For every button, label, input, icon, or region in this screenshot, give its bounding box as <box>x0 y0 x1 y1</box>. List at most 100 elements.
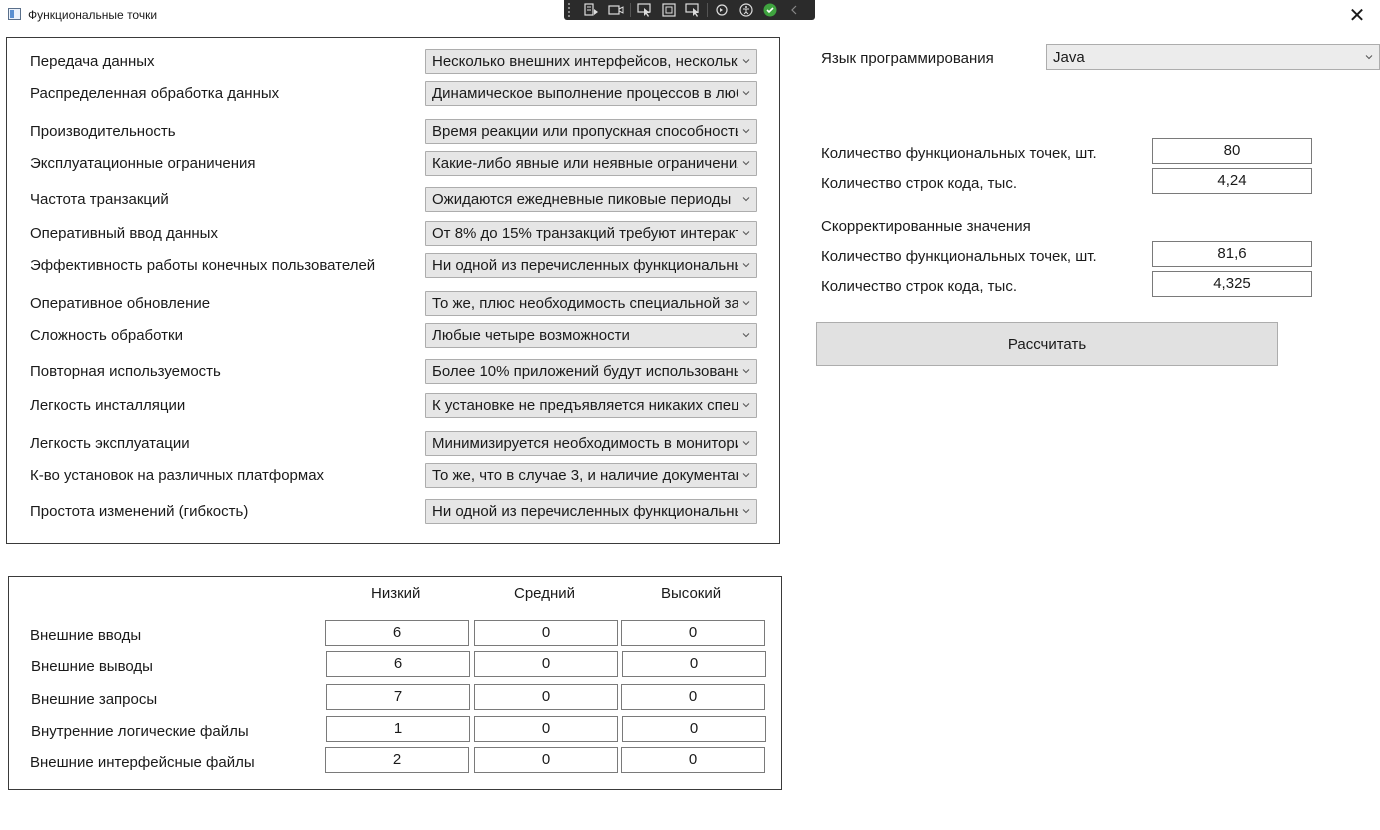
complexity-panel: Низкий Средний Высокий Внешние вводы 6 0… <box>8 576 782 790</box>
adjusted-loc-label: Количество строк кода, тыс. <box>821 278 1017 295</box>
loc-label: Количество строк кода, тыс. <box>821 175 1017 192</box>
factor-combo[interactable]: Минимизируется необходимость в мониторин… <box>425 431 757 456</box>
count-field[interactable]: 0 <box>474 716 618 742</box>
window-title: Функциональные точки <box>28 8 158 22</box>
fp-count-field[interactable]: 80 <box>1152 138 1312 164</box>
complexity-row-label: Внешние интерфейсные файлы <box>30 754 255 771</box>
factor-label: Производительность <box>30 123 176 140</box>
chevron-down-icon <box>742 129 750 134</box>
track-focused-element-icon[interactable] <box>683 2 703 18</box>
language-combo[interactable]: Java <box>1046 44 1380 70</box>
factor-label: Повторная используемость <box>30 363 221 380</box>
adjusted-loc-field[interactable]: 4,325 <box>1152 271 1312 297</box>
complexity-row-label: Внутренние логические файлы <box>31 723 249 740</box>
factor-label: Оперативное обновление <box>30 295 211 312</box>
toolbar-separator <box>707 3 708 17</box>
loc-field[interactable]: 4,24 <box>1152 168 1312 194</box>
count-field[interactable]: 0 <box>474 747 618 773</box>
factor-combo-value: К установке не предъявляется никаких спе… <box>432 397 738 414</box>
chevron-down-icon <box>742 59 750 64</box>
accessibility-icon[interactable] <box>736 2 756 18</box>
factor-label: Легкость эксплуатации <box>30 435 190 452</box>
factor-label: Эксплуатационные ограничения <box>30 155 256 172</box>
factor-combo[interactable]: Ни одной из перечисленных функциональных… <box>425 253 757 278</box>
select-element-icon[interactable] <box>635 2 655 18</box>
complexity-row-label: Внешние вводы <box>30 627 142 644</box>
count-field[interactable]: 0 <box>622 651 766 677</box>
adjusted-fp-count-label: Количество функциональных точек, шт. <box>821 248 1097 265</box>
toolbar-separator <box>630 3 631 17</box>
factor-combo[interactable]: То же, что в случае 3, и наличие докумен… <box>425 463 757 488</box>
binding-ok-icon[interactable] <box>760 2 780 18</box>
factor-combo[interactable]: Динамическое выполнение процессов в любо… <box>425 81 757 106</box>
close-button[interactable]: ✕ <box>1334 0 1380 30</box>
factor-combo-value: Какие-либо явные или неявные ограничения <box>432 155 738 172</box>
factor-combo[interactable]: Ожидаются ежедневные пиковые периоды <box>425 187 757 212</box>
chevron-down-icon <box>1365 55 1373 60</box>
factor-combo[interactable]: Более 10% приложений будут использованы <box>425 359 757 384</box>
factor-combo[interactable]: От 8% до 15% транзакций требуют интеракт… <box>425 221 757 246</box>
factor-label: Простота изменений (гибкость) <box>30 503 249 520</box>
factor-combo-value: Более 10% приложений будут использованы <box>432 363 738 380</box>
chevron-down-icon <box>742 231 750 236</box>
factor-combo-value: Ожидаются ежедневные пиковые периоды <box>432 191 732 208</box>
toolbar-grip-icon[interactable] <box>568 3 574 17</box>
factor-combo-value: Ни одной из перечисленных функциональных… <box>432 503 738 520</box>
factor-label: К-во установок на различных платформах <box>30 467 325 484</box>
count-field[interactable]: 0 <box>621 747 765 773</box>
debug-toolbar <box>564 0 815 20</box>
count-field[interactable]: 0 <box>474 684 618 710</box>
chevron-down-icon <box>742 91 750 96</box>
factor-combo[interactable]: Любые четыре возможности <box>425 323 757 348</box>
factor-combo[interactable]: То же, плюс необходимость специальной за… <box>425 291 757 316</box>
adjusted-header: Скорректированные значения <box>821 218 1031 235</box>
factor-combo-value: От 8% до 15% транзакций требуют интеракт… <box>432 225 738 242</box>
factor-combo[interactable]: Ни одной из перечисленных функциональных… <box>425 499 757 524</box>
count-field[interactable]: 6 <box>326 651 470 677</box>
factor-combo[interactable]: Какие-либо явные или неявные ограничения <box>425 151 757 176</box>
factor-combo[interactable]: Несколько внешних интерфейсов, несколько… <box>425 49 757 74</box>
chevron-down-icon <box>742 403 750 408</box>
adjusted-fp-count-field[interactable]: 81,6 <box>1152 241 1312 267</box>
count-field[interactable]: 0 <box>621 684 765 710</box>
factor-label: Эффективность работы конечных пользовате… <box>30 257 376 274</box>
display-layout-adorners-icon[interactable] <box>659 2 679 18</box>
live-visual-tree-icon[interactable] <box>582 2 602 18</box>
column-header-high: Высокий <box>661 585 722 602</box>
count-field[interactable]: 0 <box>474 651 618 677</box>
column-header-low: Низкий <box>371 585 421 602</box>
hot-reload-icon[interactable] <box>712 2 732 18</box>
chevron-down-icon <box>742 473 750 478</box>
chevron-down-icon <box>742 509 750 514</box>
record-icon[interactable] <box>606 2 626 18</box>
calculate-button[interactable]: Рассчитать <box>816 322 1278 366</box>
column-header-medium: Средний <box>514 585 575 602</box>
factor-combo-value: Любые четыре возможности <box>432 327 630 344</box>
fp-count-label: Количество функциональных точек, шт. <box>821 145 1097 162</box>
count-field[interactable]: 7 <box>326 684 470 710</box>
factor-combo[interactable]: Время реакции или пропускная способность <box>425 119 757 144</box>
count-field[interactable]: 0 <box>622 716 766 742</box>
chevron-down-icon <box>742 301 750 306</box>
collapse-icon[interactable] <box>784 2 804 18</box>
factor-combo-value: Ни одной из перечисленных функциональных… <box>432 257 738 274</box>
factor-combo-value: Несколько внешних интерфейсов, несколько… <box>432 53 738 70</box>
count-field[interactable]: 1 <box>326 716 470 742</box>
chevron-down-icon <box>742 441 750 446</box>
count-field[interactable]: 2 <box>325 747 469 773</box>
factor-combo[interactable]: К установке не предъявляется никаких спе… <box>425 393 757 418</box>
chevron-down-icon <box>742 369 750 374</box>
chevron-down-icon <box>742 161 750 166</box>
factor-label: Передача данных <box>30 53 155 70</box>
chevron-down-icon <box>742 263 750 268</box>
count-field[interactable]: 0 <box>621 620 765 646</box>
count-field[interactable]: 0 <box>474 620 618 646</box>
factor-combo-value: Время реакции или пропускная способность <box>432 123 738 140</box>
chevron-down-icon <box>742 197 750 202</box>
count-field[interactable]: 6 <box>325 620 469 646</box>
language-combo-value: Java <box>1053 49 1085 66</box>
factor-combo-value: То же, плюс необходимость специальной за… <box>432 295 738 312</box>
factor-label: Частота транзакций <box>30 191 169 208</box>
language-label: Язык программирования <box>821 50 994 67</box>
factor-label: Распределенная обработка данных <box>30 85 280 102</box>
